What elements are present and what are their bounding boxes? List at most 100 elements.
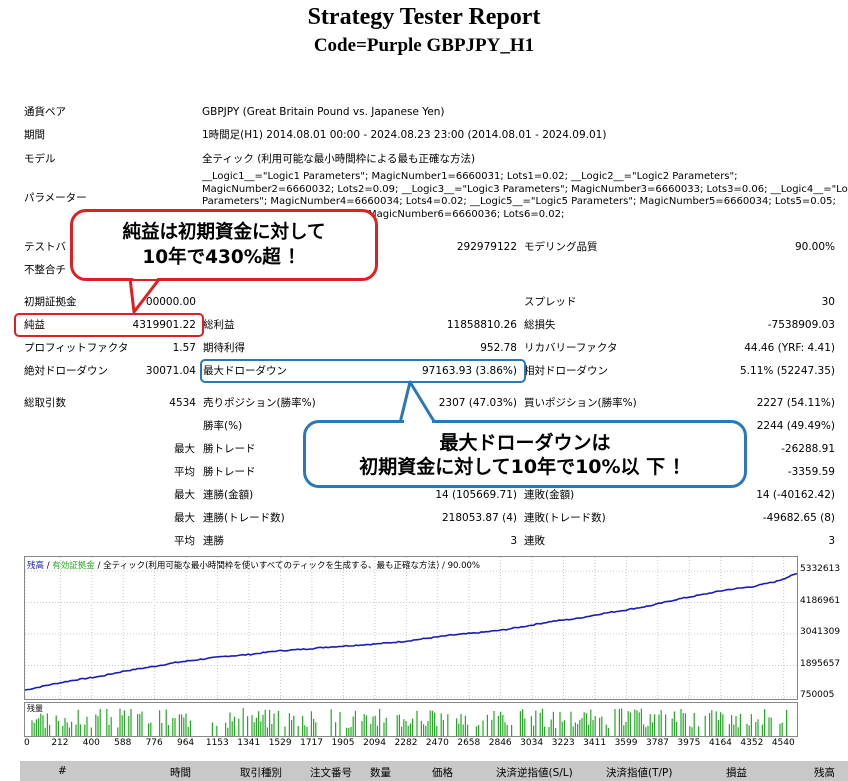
volume-bar [475,726,477,736]
volume-bar [464,715,466,736]
volume-bar [627,711,629,736]
volume-bar [618,708,620,736]
volume-bar [227,727,229,736]
volume-bar [97,716,99,736]
col-tp: 決済指値(T/P) [606,767,673,779]
x-tick-label: 1905 [331,738,355,748]
volume-bar [761,724,763,736]
volume-bar [533,725,535,736]
x-tick-label: 2846 [488,738,512,748]
volume-bar [717,720,719,736]
volume-bar [71,721,73,736]
col-type: 取引種別 [240,767,282,779]
volume-bar [623,725,625,736]
volume-bar [786,709,788,736]
volume-bar [108,724,110,736]
volume-bar [277,711,279,736]
x-tick-label: 1153 [205,738,229,748]
volume-bar [339,711,341,736]
volume-bar [684,713,686,736]
volume-bar [38,718,40,736]
volume-bar [436,725,438,736]
volume-bar [128,716,130,736]
volume-bar [486,714,488,736]
volume-bar [583,712,585,736]
volume-bar [260,721,262,736]
volume-bar [161,723,163,736]
volume-bar [735,716,737,736]
volume-bar [757,719,759,736]
volume-bar [737,727,739,736]
volume-bar [77,709,79,736]
volume-bar [211,722,213,736]
volume-bar [376,725,378,736]
volume-bar [330,709,332,736]
volume-bar [434,712,436,736]
callout1-tail [128,276,162,314]
volume-bar [493,711,495,736]
volume-bar [106,709,108,736]
volume-bar [403,719,405,736]
volume-bar [640,708,642,736]
volume-bar [491,719,493,736]
x-tick-label: 3599 [614,738,638,748]
y-tick-label: 750005 [800,690,835,700]
volume-bar [372,716,374,736]
x-tick-label: 588 [114,738,132,748]
volume-bar [258,711,260,736]
volume-bar [119,708,121,736]
volume-bar [579,719,581,736]
volume-bar [231,721,233,736]
volume-bar [396,715,398,736]
volume-bar [348,728,350,736]
volume-bar [447,714,449,736]
volume-bar [335,722,337,736]
callout1-line2: 10年で430%超 ！ [142,247,306,268]
volume-bar [33,722,35,736]
volume-bar [64,717,66,736]
volume-bar [733,724,735,736]
volume-bar [84,724,86,736]
volume-bar [709,713,711,736]
volume-bar [779,723,781,736]
volume-bar [269,709,271,736]
volume-bar [768,717,770,736]
volume-bar [310,711,312,736]
volume-bar [385,717,387,736]
volume-bar [40,713,42,736]
col-profit: 損益 [726,767,747,779]
volume-bar [592,720,594,736]
volume-bar [174,718,176,736]
col-no: # [58,765,67,777]
volume-bar [704,715,706,736]
x-tick-label: 1341 [237,738,261,748]
volume-bar [288,713,290,736]
volume-bar [541,708,543,736]
volume-bar [165,709,167,736]
volume-bar [427,721,429,736]
volume-bar [416,710,418,736]
volume-bar [535,710,537,736]
y-tick-label: 3041309 [800,627,841,637]
volume-bar [31,720,33,736]
volume-bar [139,713,141,736]
x-tick-label: 964 [176,738,195,748]
volume-bar [731,715,733,736]
x-tick-label: 3975 [677,738,701,748]
volume-bar [497,715,499,736]
volume-bar [159,710,161,736]
volume-bar [429,710,431,736]
volume-bar [665,714,667,736]
volume-bar [247,716,249,736]
volume-bar [68,727,70,736]
volume-bar [722,714,724,736]
volume-bar [57,721,59,736]
balance-chart: 残高 / 有効証拠金 / 全ティック(利用可能な最小時間枠を使いすべてのティック… [24,556,798,700]
volume-bar [225,722,227,736]
volume-bar [680,709,682,736]
callout1-line1: 純益は初期資金に対して [122,222,326,243]
volume-bar [746,723,748,736]
volume-bar [550,719,552,736]
volume-bar [137,714,139,736]
volume-bar [44,727,46,736]
